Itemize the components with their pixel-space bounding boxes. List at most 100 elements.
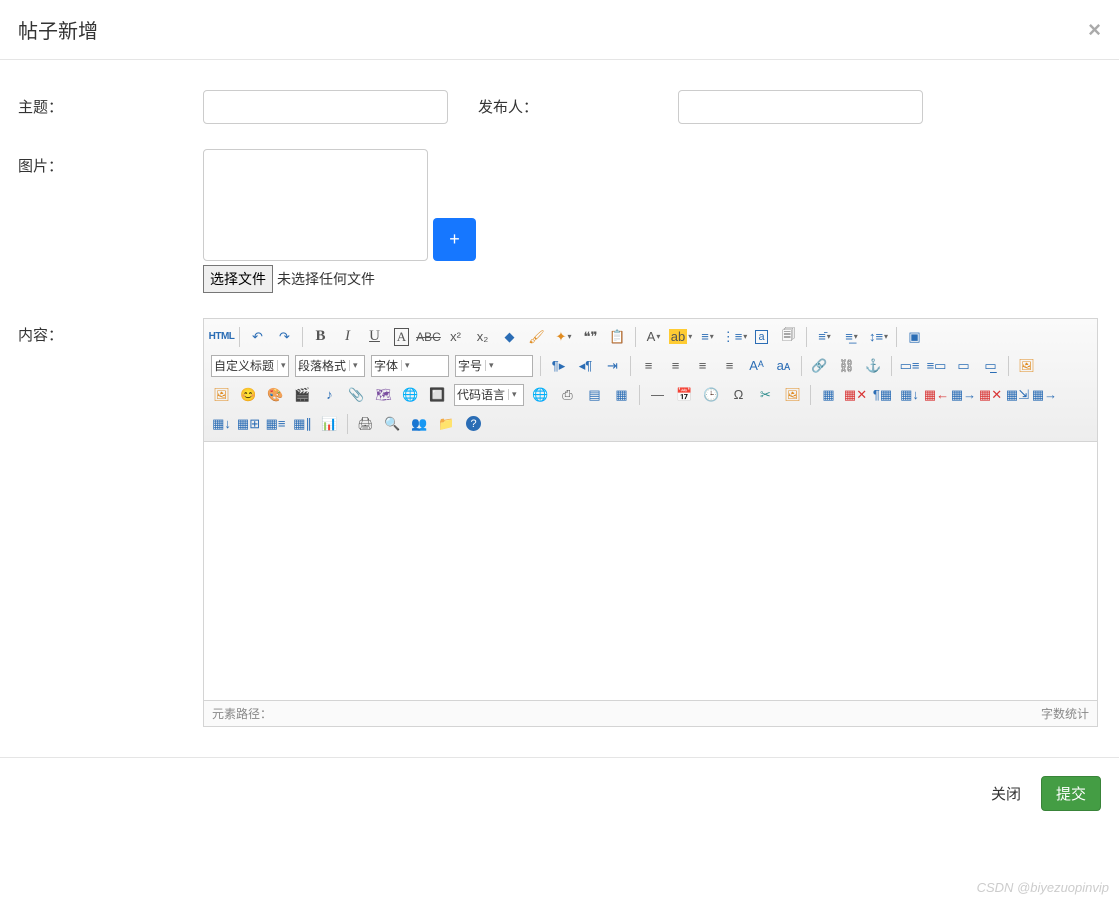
split-rows-icon[interactable]: ▦≡ xyxy=(264,412,287,435)
emoji-icon[interactable]: 😊 xyxy=(237,383,260,406)
link-icon[interactable]: 🔗 xyxy=(808,354,831,377)
insert-image-icon[interactable]: 🖼 xyxy=(1015,354,1038,377)
align-left-icon[interactable]: ≡ xyxy=(637,354,660,377)
unlink-icon[interactable]: ⛓ xyxy=(835,354,858,377)
table-icon[interactable]: ▦ xyxy=(817,383,840,406)
wordimage-icon[interactable]: 🖼 xyxy=(781,383,804,406)
background-icon[interactable]: ▦ xyxy=(610,383,633,406)
copy-icon[interactable]: 🗐 xyxy=(777,325,800,348)
align-right-icon[interactable]: ≡ xyxy=(691,354,714,377)
merge-cells-icon[interactable]: ▦⇲ xyxy=(1006,383,1029,406)
img-right-icon[interactable]: ≡▭ xyxy=(925,354,948,377)
align-center-icon[interactable]: ≡ xyxy=(664,354,687,377)
split-cells-icon[interactable]: ▦⊞ xyxy=(237,412,260,435)
to-lower-icon[interactable]: aᴀ xyxy=(772,354,795,377)
align-justify-icon[interactable]: ≡ xyxy=(718,354,741,377)
underline-button[interactable]: U xyxy=(363,325,386,348)
single-image-icon[interactable]: 🖼 xyxy=(210,383,233,406)
custom-title-combo[interactable]: 自定义标题▾ xyxy=(211,355,289,377)
add-image-button[interactable]: + xyxy=(433,218,476,261)
ordered-list-icon[interactable]: ≡▾ xyxy=(696,325,719,348)
split-cols-icon[interactable]: ▦∥ xyxy=(291,412,314,435)
selectall-icon[interactable]: a xyxy=(750,325,773,348)
direction-rtl-icon[interactable]: ◂¶ xyxy=(574,354,597,377)
direction-ltr-icon[interactable]: ¶▸ xyxy=(547,354,570,377)
insert-col-icon[interactable]: ▦→ xyxy=(952,383,975,406)
line-height-icon[interactable]: ↕≡▾ xyxy=(867,325,890,348)
forecolor-button[interactable]: A▾ xyxy=(642,325,665,348)
fontborder-button[interactable]: A xyxy=(390,325,413,348)
fullscreen-icon[interactable]: ▣ xyxy=(903,325,926,348)
delete-table-icon[interactable]: ▦✕ xyxy=(844,383,867,406)
search-replace-icon[interactable]: 👥 xyxy=(408,412,431,435)
attachment-icon[interactable]: 📎 xyxy=(345,383,368,406)
delete-row-icon[interactable]: ▦← xyxy=(925,383,948,406)
italic-button[interactable]: I xyxy=(336,325,359,348)
subject-input[interactable] xyxy=(203,90,448,124)
img-left-icon[interactable]: ▭≡ xyxy=(898,354,921,377)
special-char-icon[interactable]: Ω xyxy=(727,383,750,406)
backcolor-button[interactable]: ab▾ xyxy=(669,325,692,348)
font-family-combo[interactable]: 字体▾ xyxy=(371,355,449,377)
preview-icon[interactable]: 🔍 xyxy=(381,412,404,435)
row-spacing-bottom-icon[interactable]: ≡̲▾ xyxy=(840,325,863,348)
choose-file-button[interactable]: 选择文件 xyxy=(203,265,273,293)
print-icon[interactable]: 🖨 xyxy=(354,412,377,435)
indent-icon[interactable]: ⇥ xyxy=(601,354,624,377)
modal-title: 帖子新增 xyxy=(18,15,98,44)
watermark: CSDN @biyezuopinvip xyxy=(977,880,1109,895)
merge-right-icon[interactable]: ▦→ xyxy=(1033,383,1056,406)
scrawl-icon[interactable]: 🎨 xyxy=(264,383,287,406)
img-center-icon[interactable]: ▭ xyxy=(952,354,975,377)
time-icon[interactable]: 🕒 xyxy=(700,383,723,406)
bold-button[interactable]: B xyxy=(309,325,332,348)
eraser-icon[interactable]: ◆ xyxy=(498,325,521,348)
anchor-icon[interactable]: ⚓ xyxy=(862,354,885,377)
close-icon[interactable]: × xyxy=(1088,17,1101,43)
separator xyxy=(630,356,631,376)
unordered-list-icon[interactable]: ⋮≡▾ xyxy=(723,325,746,348)
publisher-label: 发布人： xyxy=(478,90,678,117)
autotypeset-icon[interactable]: ✦▾ xyxy=(552,325,575,348)
charts-icon[interactable]: 📊 xyxy=(318,412,341,435)
word-count-label[interactable]: 字数统计 xyxy=(1041,705,1089,722)
insert-para-before-table-icon[interactable]: ¶▦ xyxy=(871,383,894,406)
map-icon[interactable]: 🗺 xyxy=(372,383,395,406)
video-icon[interactable]: 🎬 xyxy=(291,383,314,406)
paragraph-format-combo[interactable]: 段落格式▾ xyxy=(295,355,365,377)
delete-col-icon[interactable]: ▦✕ xyxy=(979,383,1002,406)
row-spacing-top-icon[interactable]: ≡̄▾ xyxy=(813,325,836,348)
webapp-icon[interactable]: 🌐 xyxy=(529,383,552,406)
gmap-icon[interactable]: 🌐 xyxy=(399,383,422,406)
horizontal-rule-icon[interactable]: — xyxy=(646,383,669,406)
editor-content-area[interactable] xyxy=(204,442,1097,700)
date-icon[interactable]: 📅 xyxy=(673,383,696,406)
to-upper-icon[interactable]: Aᴬ xyxy=(745,354,768,377)
pagebreak-icon[interactable]: ⎙ xyxy=(556,383,579,406)
undo-icon[interactable]: ↶ xyxy=(246,325,269,348)
drafts-icon[interactable]: 📁 xyxy=(435,412,458,435)
merge-down-icon[interactable]: ▦↓ xyxy=(210,412,233,435)
font-size-combo[interactable]: 字号▾ xyxy=(455,355,533,377)
help-icon[interactable]: ? xyxy=(462,412,485,435)
modal-body: 主题： 发布人： 图片： + 选择文件 未选择任何文件 内容： xyxy=(0,60,1119,757)
cancel-button[interactable]: 关闭 xyxy=(991,783,1021,804)
frame-icon[interactable]: 🔲 xyxy=(426,383,449,406)
music-icon[interactable]: ♪ xyxy=(318,383,341,406)
paste-plain-icon[interactable]: 📋 xyxy=(606,325,629,348)
strikethrough-button[interactable]: ABC xyxy=(417,325,440,348)
subscript-button[interactable]: x₂ xyxy=(471,325,494,348)
redo-icon[interactable]: ↷ xyxy=(273,325,296,348)
submit-button[interactable]: 提交 xyxy=(1041,776,1101,811)
template-icon[interactable]: ▤ xyxy=(583,383,606,406)
blockquote-icon[interactable]: ❝❞ xyxy=(579,325,602,348)
publisher-input[interactable] xyxy=(678,90,923,124)
insert-row-icon[interactable]: ▦↓ xyxy=(898,383,921,406)
img-none-icon[interactable]: ▭̲ xyxy=(979,354,1002,377)
snapscreen-icon[interactable]: ✂ xyxy=(754,383,777,406)
source-html-button[interactable]: HTML xyxy=(210,325,233,348)
format-brush-icon[interactable]: 🖌 xyxy=(525,325,548,348)
superscript-button[interactable]: x² xyxy=(444,325,467,348)
code-language-combo[interactable]: 代码语言▾ xyxy=(454,384,524,406)
element-path-label: 元素路径： xyxy=(212,705,272,722)
